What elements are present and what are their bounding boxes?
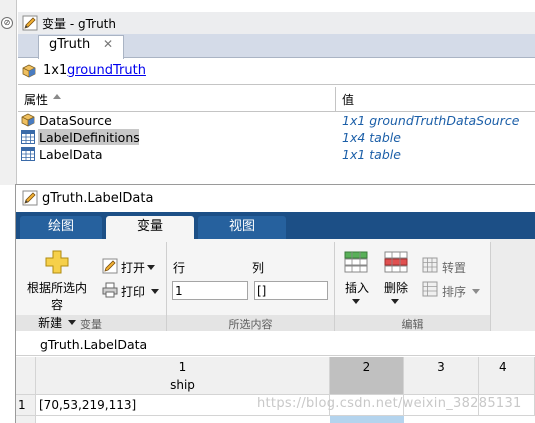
- column-number: 1: [178, 360, 187, 374]
- column-header-4[interactable]: 4: [479, 357, 535, 395]
- insert-dropdown-icon[interactable]: [352, 299, 360, 304]
- watermark: https://blog.csdn.net/weixin_38285131: [257, 396, 522, 411]
- group-label-selection: 所选内容: [228, 318, 273, 331]
- grid-corner[interactable]: [16, 357, 36, 395]
- print-button[interactable]: 打印: [121, 283, 145, 300]
- property-row-labeldata[interactable]: LabelData 1x1 table: [18, 146, 535, 163]
- table-icon: [21, 147, 35, 161]
- variable-size: 1x1: [43, 63, 68, 78]
- ribbon-overflow: [490, 239, 535, 331]
- column-header-value[interactable]: 值: [342, 91, 354, 108]
- property-table-header: [18, 87, 535, 112]
- sort-icon[interactable]: [422, 281, 438, 297]
- group-label-variable: 变量: [80, 318, 102, 331]
- panel-options-icon[interactable]: ⊘: [1, 17, 13, 29]
- insert-button[interactable]: 插入: [345, 279, 369, 296]
- new-from-selection-icon[interactable]: [44, 249, 70, 275]
- sort-button[interactable]: 排序: [442, 283, 466, 300]
- open-variable-icon[interactable]: [102, 258, 118, 274]
- sort-dropdown-icon[interactable]: [472, 289, 480, 294]
- column-header-1[interactable]: 1 ship: [36, 357, 330, 395]
- ribbon-separator: [490, 242, 491, 331]
- selected-cell[interactable]: [330, 416, 404, 423]
- new-from-selection-label-1: 根据所选内容: [26, 281, 87, 312]
- table-icon: [21, 130, 35, 144]
- property-name: DataSource: [39, 113, 112, 128]
- property-value: 1x1 table: [342, 147, 401, 162]
- column-header-2[interactable]: 2: [330, 357, 404, 395]
- column-label: 列: [252, 261, 265, 275]
- column-input[interactable]: [254, 281, 328, 300]
- print-icon[interactable]: [102, 282, 118, 298]
- transpose-button[interactable]: 转置: [442, 259, 466, 276]
- tab-close-icon[interactable]: ✕: [103, 37, 113, 51]
- object-icon: [22, 64, 36, 78]
- property-name: LabelData: [39, 147, 103, 162]
- column-number: 2: [362, 360, 371, 374]
- property-value: 1x1 groundTruthDataSource: [342, 113, 520, 128]
- tab-gtruth-label: gTruth: [49, 37, 91, 52]
- sort-ascending-icon[interactable]: [53, 94, 61, 99]
- object-icon: [21, 113, 35, 127]
- tab-plots[interactable]: 绘图: [20, 216, 102, 239]
- row-label: 行: [173, 261, 186, 275]
- variable-path: gTruth.LabelData: [40, 337, 148, 352]
- column-number: 4: [499, 360, 507, 374]
- property-row-labeldefinitions[interactable]: LabelDefinitions 1x4 table: [18, 129, 535, 146]
- delete-button[interactable]: 删除: [384, 279, 408, 296]
- labeldata-title: gTruth.LabelData: [42, 191, 154, 206]
- open-button[interactable]: 打开: [121, 259, 145, 276]
- tab-variable[interactable]: 变量: [106, 216, 194, 239]
- open-dropdown-icon[interactable]: [147, 265, 155, 270]
- property-value: 1x4 table: [342, 130, 401, 145]
- delete-icon[interactable]: [384, 251, 408, 273]
- row-input[interactable]: [172, 281, 248, 300]
- column-header-3[interactable]: 3: [404, 357, 479, 395]
- variable-editor-title: 变量 - gTruth: [42, 17, 116, 31]
- variable-editor-icon: [22, 15, 38, 31]
- column-number: 3: [437, 360, 445, 374]
- delete-dropdown-icon[interactable]: [391, 299, 399, 304]
- column-variable-name: ship: [170, 378, 195, 392]
- group-label-edit: 编辑: [401, 318, 424, 331]
- column-header-property[interactable]: 属性: [24, 91, 48, 108]
- variable-editor-icon: [22, 190, 38, 206]
- row-header-1[interactable]: 1: [16, 395, 36, 416]
- property-row-datasource[interactable]: DataSource 1x1 groundTruthDataSource: [18, 112, 535, 129]
- insert-icon[interactable]: [344, 251, 368, 273]
- class-link[interactable]: groundTruth: [67, 63, 146, 78]
- print-dropdown-icon[interactable]: [151, 289, 159, 294]
- column-divider[interactable]: [335, 87, 336, 112]
- tab-view[interactable]: 视图: [198, 216, 286, 239]
- transpose-icon[interactable]: [422, 257, 438, 273]
- property-name: LabelDefinitions: [39, 130, 140, 145]
- row-header-2[interactable]: [16, 416, 36, 423]
